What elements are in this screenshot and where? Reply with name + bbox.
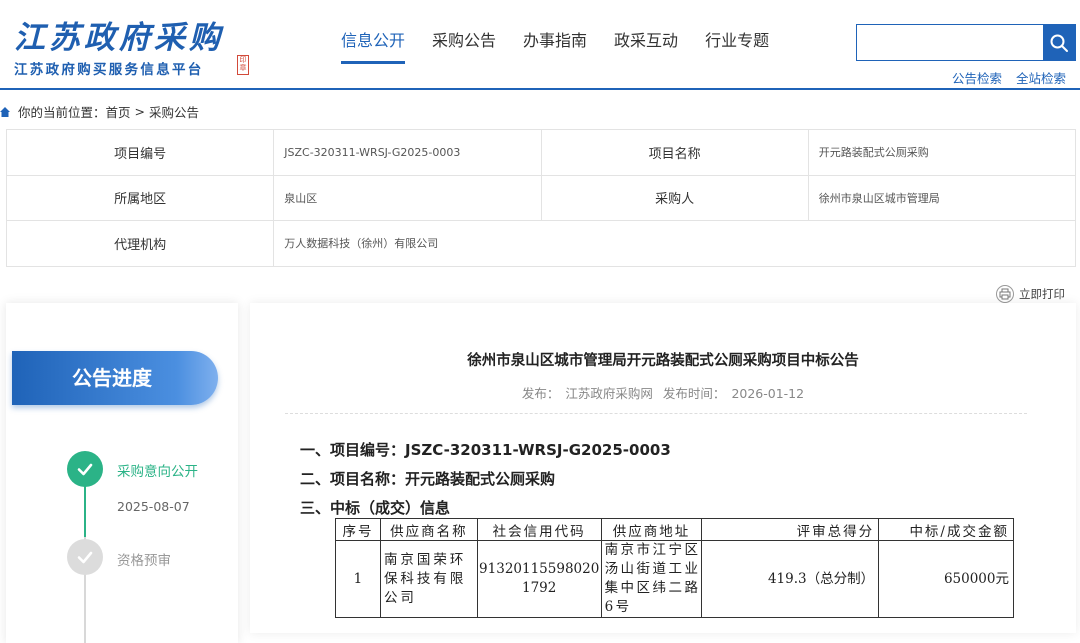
progress-title: 公告进度 [12,351,218,405]
table-row: 项目编号 JSZC-320311-WRSJ-G2025-0003 项目名称 开元… [5,129,1077,176]
print-button[interactable]: 立即打印 [996,285,1065,303]
col-header-index: 序号 [335,518,381,541]
site-logo-calligraphy[interactable]: 江苏政府采购 [14,12,224,57]
cell-supplier: 南京国荣环保科技有限公司 [379,540,478,618]
site-search-link[interactable]: 全站检索 [1016,71,1066,86]
project-name-label: 项目名称 [540,129,809,176]
purchaser-label: 采购人 [540,174,809,221]
notice-meta: 发布： 江苏政府采购网 发布时间： 2026-01-12 [250,383,1076,402]
site-header: 江苏政府采购 江苏政府购买服务信息平台 印章 信息公开 采购公告 办事指南 政采… [0,0,1080,90]
breadcrumb-separator: > [134,104,146,119]
section-project-number: 一、项目编号：JSZC-320311-WRSJ-G2025-0003 [300,441,671,459]
nav-item-guide[interactable]: 办事指南 [523,30,587,64]
col-header-address: 供应商地址 [600,518,703,541]
region-value: 泉山区 [273,174,542,221]
site-logo-subtitle: 江苏政府购买服务信息平台 [14,62,204,78]
table-row: 1 南京国荣环保科技有限公司 913201155980201792 南京市江宁区… [335,540,1014,618]
printer-icon [996,285,1014,303]
cell-index: 1 [335,540,381,618]
cell-credit-code: 913201155980201792 [476,540,602,618]
agency-value: 万人数据科技（徐州）有限公司 [273,220,1076,267]
search-input[interactable] [857,25,1043,60]
step-done-check-icon [67,451,103,487]
project-number-value: JSZC-320311-WRSJ-G2025-0003 [273,129,542,176]
award-table: 序号 供应商名称 社会信用代码 供应商地址 评审总得分 中标/成交金额 1 南京… [335,518,1014,618]
project-info-table: 项目编号 JSZC-320311-WRSJ-G2025-0003 项目名称 开元… [5,129,1077,267]
agency-label: 代理机构 [5,220,275,267]
breadcrumb: 你的当前位置： 首页 > 采购公告 [0,102,199,121]
breadcrumb-current-link[interactable]: 采购公告 [149,102,199,121]
search-links: 公告检索 全站检索 [942,68,1066,87]
print-label: 立即打印 [1019,287,1065,301]
publisher-label: 发布： [521,386,560,401]
table-row: 所属地区 泉山区 采购人 徐州市泉山区城市管理局 [5,174,1077,221]
notice-content: 徐州市泉山区城市管理局开元路装配式公厕采购项目中标公告 发布： 江苏政府采购网 发… [250,303,1076,633]
step-label-prequalification[interactable]: 资格预审 [117,549,171,569]
purchaser-value: 徐州市泉山区城市管理局 [807,174,1077,221]
progress-line-done [84,485,86,537]
project-name-value: 开元路装配式公厕采购 [807,129,1077,176]
col-header-supplier: 供应商名称 [379,518,478,541]
step-date-intent: 2025-08-07 [117,499,190,514]
main-nav: 信息公开 采购公告 办事指南 政采互动 行业专题 [341,30,796,64]
publish-time-value: 2026-01-12 [731,386,805,401]
publish-time-label: 发布时间： [662,386,726,401]
home-icon [0,106,10,117]
progress-sidebar: 公告进度 采购意向公开 2025-08-07 资格预审 [6,303,238,643]
nav-item-info-disclosure[interactable]: 信息公开 [341,30,406,64]
nav-item-topics[interactable]: 行业专题 [705,30,769,64]
step-label-intent[interactable]: 采购意向公开 [117,460,198,480]
notice-title: 徐州市泉山区城市管理局开元路装配式公厕采购项目中标公告 [467,353,859,369]
region-label: 所属地区 [5,174,275,221]
search-icon [1050,34,1068,52]
section-project-name: 二、项目名称：开元路装配式公厕采购 [300,470,556,488]
cell-score: 419.3（总分制） [701,540,880,618]
col-header-score: 评审总得分 [701,518,880,541]
publisher-value: 江苏政府采购网 [565,386,653,401]
breadcrumb-home-link[interactable]: 首页 [106,102,131,121]
section-award-info: 三、中标（成交）信息 [300,499,451,517]
logo-seal-icon: 印章 [237,55,249,75]
project-number-label: 项目编号 [5,129,275,176]
search-button[interactable] [1043,25,1075,60]
notice-divider [285,413,1027,414]
cell-amount: 650000元 [878,540,1014,618]
nav-item-procurement-notices[interactable]: 采购公告 [432,30,496,64]
col-header-amount: 中标/成交金额 [878,518,1014,541]
table-header-row: 序号 供应商名称 社会信用代码 供应商地址 评审总得分 中标/成交金额 [335,518,1014,541]
cell-address: 南京市江宁区汤山街道工业集中区纬二路6号 [600,540,703,618]
search-box [856,24,1076,61]
notice-search-link[interactable]: 公告检索 [952,71,1002,86]
breadcrumb-prefix: 你的当前位置： [18,105,106,120]
col-header-credit-code: 社会信用代码 [476,518,602,541]
nav-item-interaction[interactable]: 政采互动 [614,30,678,64]
step-pending-check-icon [67,539,103,575]
table-row: 代理机构 万人数据科技（徐州）有限公司 [5,220,1076,267]
